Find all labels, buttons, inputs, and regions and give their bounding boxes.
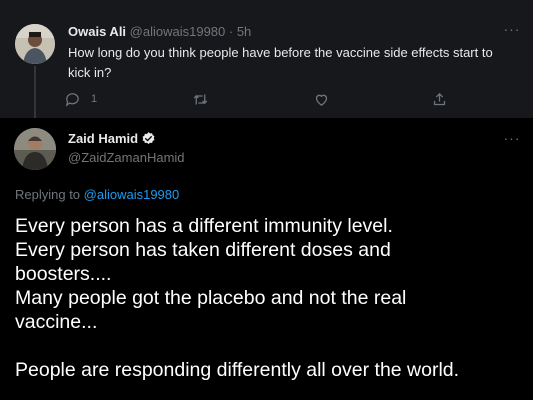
like-button[interactable] (313, 88, 330, 110)
share-button[interactable] (431, 88, 448, 110)
author-name[interactable]: Owais Ali (68, 24, 126, 39)
tweet-text-line: People are responding differently all ov… (15, 359, 460, 381)
replying-to: Replying to @aliowais19980 (15, 187, 179, 202)
tweet-text-line: Many people got the placebo and not the … (15, 287, 407, 309)
parent-tweet-header: Owais Ali @aliowais19980 · 5h (68, 24, 251, 40)
verified-badge-icon (142, 132, 155, 144)
share-icon (433, 92, 446, 105)
tweet-text-line: Every person has a different immunity le… (15, 215, 393, 237)
tweet-text-line: boosters.... (15, 263, 112, 285)
retweet-icon (193, 94, 208, 104)
avatar[interactable] (14, 128, 56, 170)
tweet-thread: Owais Ali @aliowais19980 · 5h ··· How lo… (0, 0, 533, 400)
tweet-time[interactable]: 5h (237, 24, 251, 39)
thread-connector-line (34, 66, 36, 118)
reply-button[interactable]: 1 (64, 88, 97, 110)
author-name-row: Zaid Hamid (68, 131, 156, 146)
retweet-button[interactable] (192, 88, 209, 110)
author-handle[interactable]: @aliowais19980 (130, 24, 226, 39)
more-icon[interactable]: ··· (503, 22, 521, 42)
more-icon[interactable]: ··· (503, 131, 521, 151)
reply-count: 1 (91, 93, 98, 105)
tweet-text: Every person has a different immunity le… (15, 214, 520, 382)
tweet-text-line: vaccine... (15, 311, 98, 333)
tweet-text: How long do you think people have before… (68, 45, 493, 80)
tweet-actions: 1 (64, 88, 454, 110)
reply-icon (65, 92, 79, 107)
author-name[interactable]: Zaid Hamid (68, 131, 138, 146)
mention-link[interactable]: @aliowais19980 (84, 187, 180, 202)
author-handle[interactable]: @ZaidZamanHamid (68, 150, 185, 165)
avatar[interactable] (15, 24, 55, 64)
parent-tweet[interactable]: Owais Ali @aliowais19980 · 5h ··· How lo… (0, 0, 533, 118)
heart-icon (315, 94, 328, 106)
tweet-text-line: Every person has taken different doses a… (15, 239, 391, 261)
separator: · (225, 24, 237, 39)
replying-prefix: Replying to (15, 187, 84, 202)
